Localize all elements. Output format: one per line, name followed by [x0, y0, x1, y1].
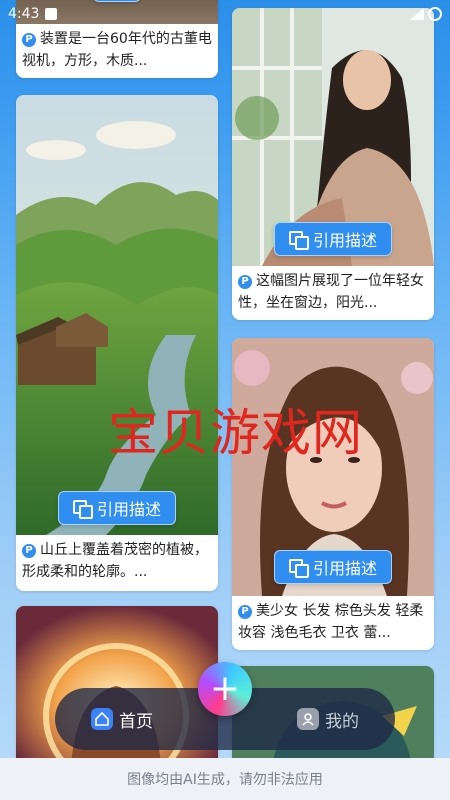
card-caption: P 山丘上覆盖着茂密的植被，形成柔和的轮廓。... — [22, 542, 208, 580]
card-caption: P 美少女 长发 棕色头发 轻柔妆容 浅色毛衣 卫衣 蕾... — [238, 603, 424, 641]
card-caption: P 装置是一台60年代的古董电视机，方形，木质... — [22, 31, 212, 69]
p-badge-icon: P — [238, 605, 252, 619]
p-badge-icon: P — [22, 33, 36, 47]
p-badge-icon: P — [238, 275, 252, 289]
cite-description-button[interactable]: 引用描述 — [57, 491, 177, 525]
user-icon — [297, 708, 319, 730]
create-button[interactable]: + — [198, 662, 252, 716]
nav-mine[interactable]: 我的 — [297, 707, 359, 732]
image-card-portrait[interactable]: 引用描述 P 美少女 长发 棕色头发 轻柔妆容 浅色毛衣 卫衣 蕾... — [232, 338, 434, 650]
cite-description-button[interactable]: 引用描述 — [273, 550, 393, 584]
plus-icon: + — [209, 668, 241, 709]
image-card-hills[interactable]: 引用描述 P 山丘上覆盖着茂密的植被，形成柔和的轮廓。... — [16, 95, 218, 591]
ai-notice-text: 图像均由AI生成，请勿非法应用 — [127, 772, 323, 788]
notification-icon — [45, 8, 58, 20]
ai-notice-footer: 图像均由AI生成，请勿非法应用 — [0, 758, 450, 800]
hills-illustration — [16, 95, 218, 535]
nav-home[interactable]: 首页 — [91, 707, 153, 732]
cite-label: 引用描述 — [96, 500, 162, 519]
status-time: 4:43 — [8, 6, 40, 22]
card-caption: P 这幅图片展现了一位年轻女性，坐在窗边，阳光... — [238, 273, 424, 311]
signal-icon — [410, 8, 424, 20]
nav-mine-label: 我的 — [325, 711, 359, 732]
cite-label: 引用描述 — [312, 231, 378, 250]
card-image — [16, 95, 218, 535]
copy-icon — [288, 559, 309, 578]
copy-icon — [72, 500, 93, 519]
home-icon — [91, 708, 113, 730]
battery-icon — [428, 7, 442, 21]
watermark-text: 宝贝游戏网 — [108, 404, 363, 462]
nav-home-label: 首页 — [119, 711, 153, 732]
cite-description-button[interactable]: 引用描述 — [273, 222, 393, 256]
image-card-window-girl[interactable]: 引用描述 P 这幅图片展现了一位年轻女性，坐在窗边，阳光... — [232, 8, 434, 320]
copy-icon — [288, 231, 309, 250]
p-badge-icon: P — [22, 544, 36, 558]
cite-label: 引用描述 — [312, 559, 378, 578]
status-bar: 4:43 — [0, 0, 450, 28]
